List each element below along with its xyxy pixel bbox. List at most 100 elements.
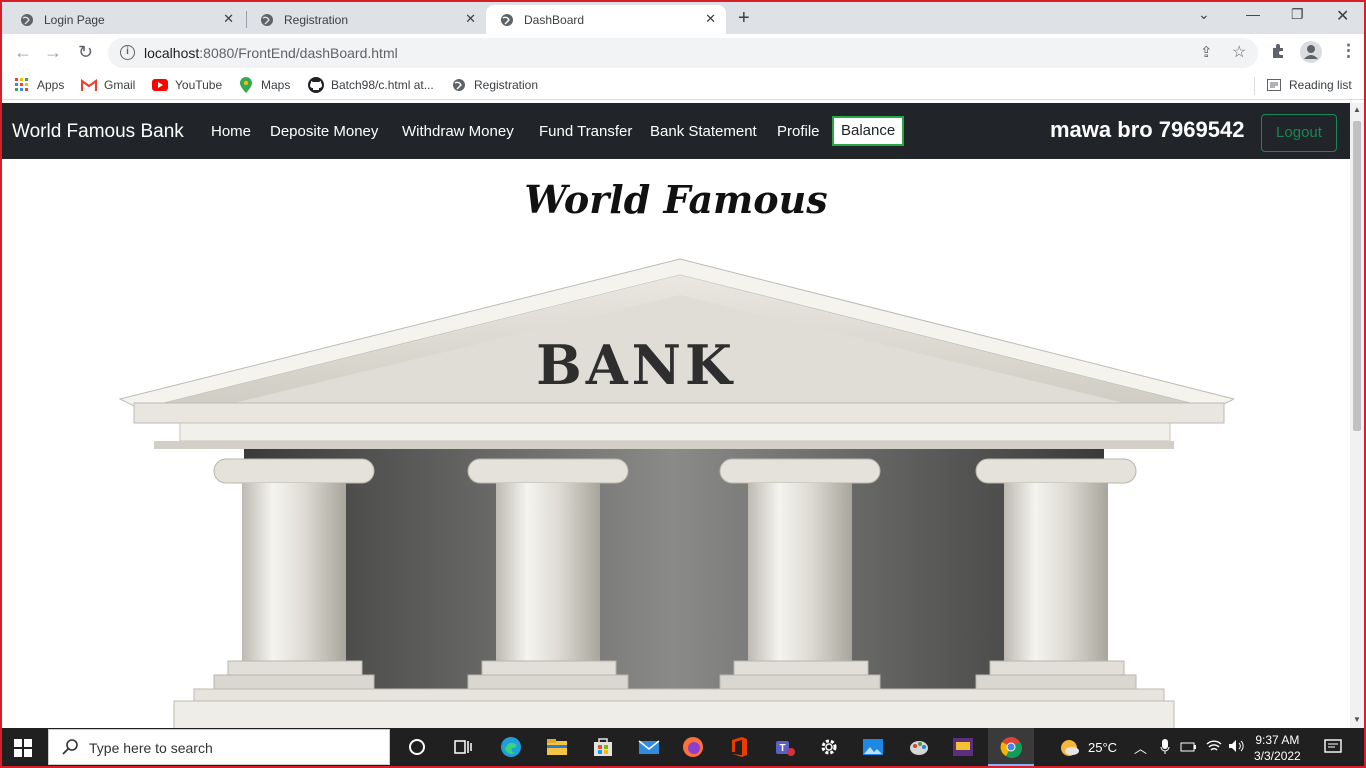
settings-gear-icon[interactable] xyxy=(818,736,840,758)
close-tab-icon[interactable]: ✕ xyxy=(465,11,476,27)
forward-arrow-icon[interactable]: → xyxy=(44,42,62,63)
teams-icon[interactable]: T xyxy=(774,736,796,758)
bookmark-label: Batch98/c.html at... xyxy=(331,78,434,92)
firefox-icon[interactable] xyxy=(682,736,704,758)
cortana-icon[interactable] xyxy=(406,736,428,758)
task-view-icon[interactable] xyxy=(452,736,474,758)
apps-grid-icon xyxy=(14,77,30,93)
youtube-icon xyxy=(152,77,168,93)
globe-icon xyxy=(500,13,514,27)
bookmark-gmail[interactable]: Gmail xyxy=(81,77,135,93)
nav-deposite-money[interactable]: Deposite Money xyxy=(270,123,378,140)
photos-icon[interactable] xyxy=(862,736,884,758)
reload-icon[interactable]: ↻ xyxy=(78,42,93,63)
search-icon xyxy=(61,738,79,761)
tab-login-page[interactable]: Login Page ✕ xyxy=(2,5,244,34)
nav-withdraw-money[interactable]: Withdraw Money xyxy=(402,123,514,140)
browser-window: Login Page ✕ Registration ✕ DashBoard ✕ … xyxy=(2,2,1364,766)
tab-title: Registration xyxy=(284,12,349,27)
bookmark-maps[interactable]: Maps xyxy=(238,77,290,93)
reading-list-icon xyxy=(1266,77,1282,93)
share-icon[interactable]: ⇪ xyxy=(1200,43,1213,61)
bookmark-youtube[interactable]: YouTube xyxy=(152,77,222,93)
scrollbar-thumb[interactable] xyxy=(1353,121,1361,431)
new-tab-button[interactable]: + xyxy=(738,7,750,30)
site-navbar: World Famous Bank Home Deposite Money Wi… xyxy=(2,103,1350,159)
file-explorer-icon[interactable] xyxy=(546,736,568,758)
microsoft-store-icon[interactable] xyxy=(592,736,614,758)
close-window-button[interactable]: ✕ xyxy=(1336,6,1349,26)
bookmark-star-icon[interactable]: ☆ xyxy=(1232,42,1246,62)
nav-fund-transfer[interactable]: Fund Transfer xyxy=(539,123,632,140)
tab-divider xyxy=(246,11,247,28)
weather-temperature[interactable]: 25°C xyxy=(1088,740,1117,755)
brand-logo-text[interactable]: World Famous Bank xyxy=(12,121,184,143)
page-scrollbar[interactable]: ▲ ▼ xyxy=(1350,103,1364,728)
logout-button[interactable]: Logout xyxy=(1261,114,1337,152)
paint-icon[interactable] xyxy=(908,736,930,758)
bookmarks-bar: Apps Gmail YouTube Maps Batch98/c.html a… xyxy=(2,72,1364,100)
bookmark-apps[interactable]: Apps xyxy=(14,77,64,93)
microphone-icon[interactable] xyxy=(1160,739,1170,760)
globe-icon xyxy=(260,13,274,27)
menu-kebab-icon[interactable]: ⋮ xyxy=(1340,41,1357,61)
tab-title: DashBoard xyxy=(524,12,585,27)
nav-profile[interactable]: Profile xyxy=(777,123,820,140)
extensions-puzzle-icon[interactable] xyxy=(1270,43,1286,59)
bank-sign-text: BANK xyxy=(536,333,736,397)
gmail-icon xyxy=(81,77,97,93)
reading-list-label: Reading list xyxy=(1289,78,1352,92)
close-tab-icon[interactable]: ✕ xyxy=(705,11,716,27)
bookmark-registration[interactable]: Registration xyxy=(451,77,538,93)
site-info-icon[interactable]: i xyxy=(120,45,135,60)
tab-strip: Login Page ✕ Registration ✕ DashBoard ✕ … xyxy=(2,2,1364,34)
svg-text:T: T xyxy=(779,743,785,754)
taskbar-search-box[interactable]: Type here to search xyxy=(48,729,390,765)
nav-home[interactable]: Home xyxy=(211,123,251,140)
bookmark-label: Registration xyxy=(474,78,539,92)
page-heading: World Famous xyxy=(524,177,828,222)
reading-list-button[interactable]: Reading list xyxy=(1266,77,1352,93)
notifications-icon[interactable] xyxy=(1324,739,1342,760)
globe-icon xyxy=(451,77,467,93)
game-app-icon[interactable] xyxy=(952,736,974,758)
bookmark-label: Maps xyxy=(261,78,291,92)
battery-icon[interactable] xyxy=(1180,740,1198,759)
globe-icon xyxy=(20,13,34,27)
tab-search-chevron-icon[interactable]: ⌄ xyxy=(1198,6,1210,23)
chevron-up-icon[interactable]: ︿ xyxy=(1134,738,1147,757)
scroll-up-icon[interactable]: ▲ xyxy=(1353,105,1361,114)
restore-button[interactable]: ❐ xyxy=(1291,6,1304,23)
mail-icon[interactable] xyxy=(638,736,660,758)
bookmark-github[interactable]: Batch98/c.html at... xyxy=(308,77,434,93)
close-tab-icon[interactable]: ✕ xyxy=(223,11,234,27)
bank-building-image: BANK xyxy=(118,258,1234,728)
main-content: World Famous BANK xyxy=(2,159,1350,728)
balance-button[interactable]: Balance xyxy=(832,116,905,146)
bookmark-label: Gmail xyxy=(104,78,136,92)
user-name-account: mawa bro 7969542 xyxy=(1050,117,1245,142)
volume-icon[interactable] xyxy=(1228,739,1244,758)
bookmarks-divider xyxy=(1254,77,1255,95)
tab-registration[interactable]: Registration ✕ xyxy=(248,5,486,34)
browser-toolbar: ← → ↻ i localhost:8080/FrontEnd/dashBoar… xyxy=(2,34,1364,72)
wifi-icon[interactable] xyxy=(1206,739,1222,758)
github-icon xyxy=(308,77,324,93)
edge-browser-icon[interactable] xyxy=(500,736,522,758)
url-host: localhost xyxy=(144,45,200,61)
chrome-icon xyxy=(1000,736,1022,758)
address-bar[interactable]: i localhost:8080/FrontEnd/dashBoard.html… xyxy=(108,38,1258,68)
office-icon[interactable] xyxy=(728,736,750,758)
scroll-down-icon[interactable]: ▼ xyxy=(1353,715,1361,724)
chrome-taskbar-active[interactable] xyxy=(988,728,1034,766)
system-clock[interactable]: 9:37 AM 3/3/2022 xyxy=(1254,732,1301,764)
tab-dashboard[interactable]: DashBoard ✕ xyxy=(486,5,726,34)
weather-sun-icon[interactable] xyxy=(1058,737,1080,759)
minimize-button[interactable]: — xyxy=(1246,6,1260,22)
back-arrow-icon[interactable]: ← xyxy=(14,42,32,63)
windows-start-icon[interactable] xyxy=(14,739,32,762)
clock-date: 3/3/2022 xyxy=(1254,749,1301,763)
profile-avatar-icon[interactable] xyxy=(1300,41,1322,63)
bookmark-label: Apps xyxy=(37,78,65,92)
nav-bank-statement[interactable]: Bank Statement xyxy=(650,123,757,140)
